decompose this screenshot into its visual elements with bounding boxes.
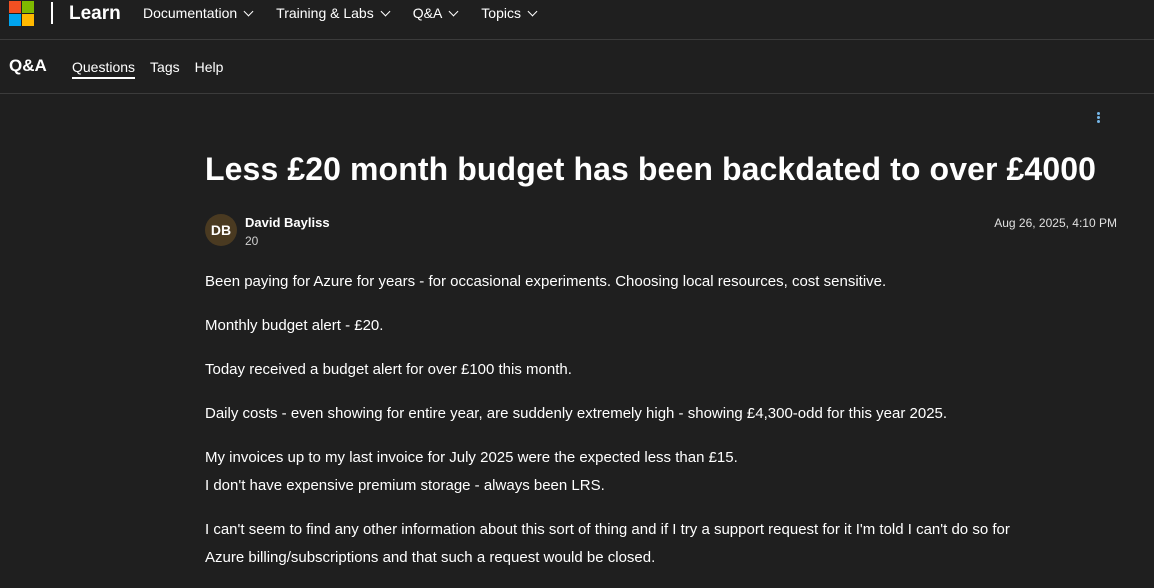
tab-questions[interactable]: Questions <box>72 59 136 79</box>
nav-training-labs[interactable]: Training & Labs <box>276 5 391 21</box>
body-paragraph: Today received a budget alert for over £… <box>205 356 1105 384</box>
body-paragraph: Been paying for Azure for years - for oc… <box>205 268 1105 296</box>
body-line: Azure billing/subscriptions and that suc… <box>205 549 656 566</box>
question-title: Less £20 month budget has been backdated… <box>205 151 1097 187</box>
qna-nav: Questions Tags Help <box>72 59 238 79</box>
body-paragraph: Daily costs - even showing for entire ye… <box>205 400 1105 428</box>
chevron-down-icon <box>527 6 538 16</box>
post-date: Aug 26, 2025, 4:10 PM <box>994 216 1117 230</box>
body-line: Daily costs - even showing for entire ye… <box>205 405 948 422</box>
qna-title-link[interactable]: Q&A <box>9 56 47 76</box>
body-paragraph: I can't seem to find any other informati… <box>205 516 1105 572</box>
body-line: I don't have expensive premium storage -… <box>205 477 605 494</box>
top-header: Learn Documentation Training & Labs Q&A … <box>0 0 1154 40</box>
nav-topics-label: Topics <box>481 5 521 21</box>
body-line: Today received a budget alert for over £… <box>205 361 572 378</box>
author-name-link[interactable]: David Bayliss <box>245 215 330 230</box>
nav-topics[interactable]: Topics <box>481 5 538 21</box>
body-line: Been paying for Azure for years - for oc… <box>205 273 887 290</box>
qna-subheader: Q&A Questions Tags Help <box>0 40 1154 94</box>
nav-documentation[interactable]: Documentation <box>143 5 254 21</box>
body-line: My invoices up to my last invoice for Ju… <box>205 449 738 466</box>
body-line: I can't seem to find any other informati… <box>205 521 1010 538</box>
tab-help[interactable]: Help <box>195 59 224 79</box>
learn-brand-link[interactable]: Learn <box>69 3 121 25</box>
tab-tags[interactable]: Tags <box>150 59 180 79</box>
body-paragraph: Monthly budget alert - £20. <box>205 312 1105 340</box>
nav-training-labs-label: Training & Labs <box>276 5 374 21</box>
nav-qna[interactable]: Q&A <box>412 5 459 21</box>
more-actions-icon[interactable] <box>1096 112 1102 124</box>
top-nav: Documentation Training & Labs Q&A Topics <box>143 5 560 21</box>
author-reputation: 20 <box>245 234 259 248</box>
body-paragraph: My invoices up to my last invoice for Ju… <box>205 444 1105 500</box>
microsoft-logo-icon[interactable] <box>9 1 34 26</box>
nav-documentation-label: Documentation <box>143 5 238 21</box>
chevron-down-icon <box>380 6 391 16</box>
chevron-down-icon <box>448 6 459 16</box>
avatar[interactable]: DB <box>205 214 237 246</box>
body-line: Monthly budget alert - £20. <box>205 317 384 334</box>
logo-divider <box>51 2 53 24</box>
chevron-down-icon <box>243 6 254 16</box>
nav-qna-label: Q&A <box>412 5 443 21</box>
question-body: Been paying for Azure for years - for oc… <box>205 268 1105 588</box>
